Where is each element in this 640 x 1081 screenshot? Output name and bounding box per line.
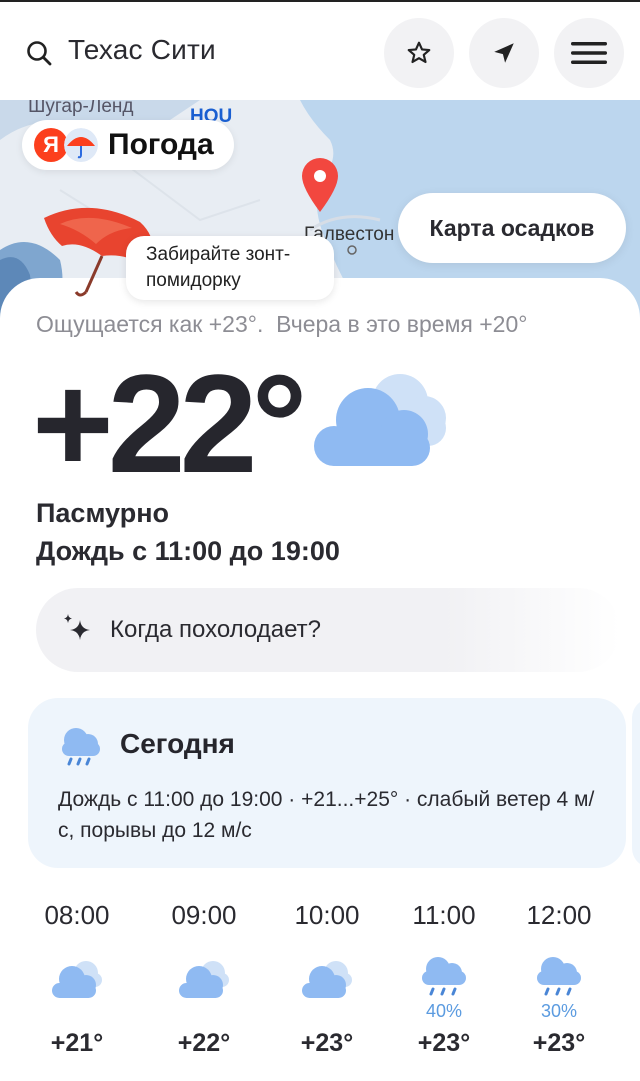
favorite-button[interactable]	[384, 18, 454, 88]
hour-precip-prob: 30%	[540, 1001, 578, 1021]
rain-icon	[62, 728, 100, 766]
sparkle-icon	[64, 614, 90, 640]
hour-temp: +21°	[50, 1029, 104, 1057]
yandex-weather-logo[interactable]: Я Погода	[22, 120, 234, 170]
today-description: Дождь с 11:00 до 19:00 · +21...+25° · сл…	[58, 788, 595, 842]
hour-item[interactable]: 09:00 +22°	[154, 900, 254, 1058]
hour-item[interactable]: 08:00 +21°	[27, 900, 127, 1058]
cloud-icon	[179, 961, 229, 998]
top-bar: Техас Сити	[0, 0, 640, 100]
condition-text: Пасмурно	[36, 498, 170, 528]
hour-time: 10:00	[294, 900, 360, 930]
hourly-forecast[interactable]: 08:00 +21° 09:00 +22° 10:00 +23° 11:00 4…	[0, 900, 640, 1060]
city-name[interactable]: Техас Сити	[68, 34, 216, 66]
current-temperature: +22°	[32, 345, 307, 502]
precipitation-map-button[interactable]: Карта осадков	[398, 193, 626, 263]
hour-temp: +23°	[532, 1029, 586, 1057]
search-icon[interactable]	[26, 40, 52, 66]
map-label-sugar-land: Шугар-Ленд	[28, 100, 134, 117]
hour-item[interactable]: 12:00 30% +23°	[509, 900, 609, 1058]
today-card[interactable]: Сегодня Дождь с 11:00 до 19:00 · +21...+…	[28, 698, 626, 868]
yesterday-text: Вчера в это время +20°	[276, 311, 528, 337]
hour-temp: +23°	[300, 1029, 354, 1057]
hour-temp: +22°	[177, 1029, 231, 1057]
location-button[interactable]	[469, 18, 539, 88]
hour-time: 11:00	[412, 900, 476, 930]
rain-icon	[422, 957, 466, 996]
feels-like-line: Ощущается как +23°. Вчера в это время +2…	[36, 311, 527, 338]
cloud-icon	[314, 374, 446, 466]
cloud-icon	[302, 961, 352, 998]
feels-like-text: Ощущается как +23°.	[36, 311, 264, 337]
hour-time: 08:00	[44, 900, 110, 930]
hour-time: 12:00	[526, 900, 592, 930]
yandex-logo-icon: Я	[34, 128, 68, 162]
hour-precip-prob	[154, 1001, 254, 1025]
location-pin-icon	[302, 158, 338, 212]
hour-time: 09:00	[171, 900, 237, 930]
star-icon	[407, 41, 431, 64]
umbrella-logo-icon	[64, 128, 98, 162]
rain-range-text: Дождь с 11:00 до 19:00	[36, 536, 340, 566]
rain-icon	[537, 957, 581, 996]
menu-icon	[571, 42, 607, 64]
location-arrow-icon	[494, 43, 514, 63]
hour-precip-prob	[27, 1001, 127, 1025]
logo-text: Погода	[108, 128, 214, 161]
umbrella-promo-bubble[interactable]: Забирайте зонт-помидорку	[126, 236, 334, 300]
today-title: Сегодня	[120, 728, 235, 759]
ask-assistant-button[interactable]: Когда похолодает?	[36, 588, 620, 672]
menu-button[interactable]	[554, 18, 624, 88]
hour-item[interactable]: 10:00 +23°	[277, 900, 377, 1058]
hour-temp: +23°	[417, 1029, 471, 1057]
ask-text: Когда похолодает?	[110, 616, 321, 643]
hour-precip-prob: 40%	[425, 1001, 463, 1021]
hour-precip-prob	[277, 1001, 377, 1025]
weather-main-card: Ощущается как +23°. Вчера в это время +2…	[0, 278, 640, 1081]
next-card-edge[interactable]	[632, 698, 640, 868]
cloud-icon	[52, 961, 102, 998]
hour-item[interactable]: 11:00 40% +23°	[394, 900, 494, 1058]
